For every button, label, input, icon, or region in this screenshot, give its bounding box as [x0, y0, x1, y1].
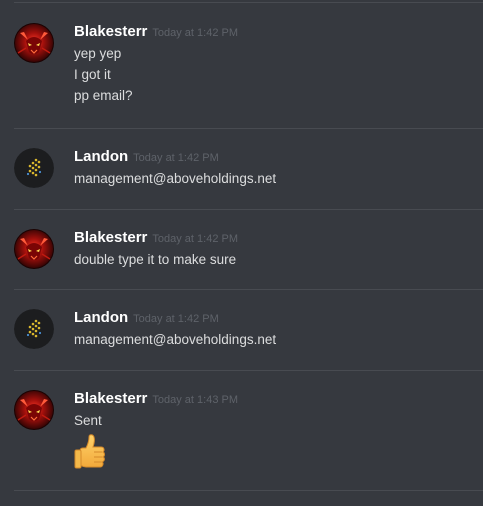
timestamp: Today at 1:42 PM	[152, 27, 238, 39]
username[interactable]: Blakesterr	[74, 390, 147, 407]
timestamp: Today at 1:42 PM	[133, 152, 219, 164]
message-text: yep yep	[74, 46, 122, 61]
message-content: double type it to make sure	[74, 249, 473, 270]
message-header: Landon Today at 1:42 PM	[74, 309, 219, 327]
message-divider	[14, 490, 483, 491]
message-header: Landon Today at 1:42 PM	[74, 148, 219, 166]
message-group: Blakesterr Today at 1:42 PM double type i…	[0, 229, 483, 279]
message-divider	[14, 128, 483, 129]
timestamp: Today at 1:42 PM	[152, 233, 238, 245]
message-divider	[14, 289, 483, 290]
message-group: Blakesterr Today at 1:42 PM yep yep I got…	[0, 23, 483, 123]
message-header: Blakesterr Today at 1:42 PM	[74, 229, 238, 247]
message-divider	[14, 370, 483, 371]
timestamp: Today at 1:42 PM	[133, 313, 219, 325]
message-header: Blakesterr Today at 1:42 PM	[74, 23, 238, 41]
red-demon-avatar-icon[interactable]	[14, 23, 54, 63]
thumbs-up-emoji-icon[interactable]	[74, 433, 473, 473]
message-divider	[14, 2, 483, 3]
message-header: Blakesterr Today at 1:43 PM	[74, 390, 238, 408]
message-content: yep yep I got it pp email?	[74, 43, 473, 106]
dotted-logo-avatar-icon[interactable]	[14, 148, 54, 188]
red-demon-avatar-icon[interactable]	[14, 390, 54, 430]
message-content: management@aboveholdings.net	[74, 168, 473, 189]
timestamp: Today at 1:43 PM	[152, 394, 238, 406]
dotted-logo-avatar-icon[interactable]	[14, 309, 54, 349]
message-text: double type it to make sure	[74, 252, 237, 267]
message-content: Sent	[74, 410, 473, 473]
message-text: pp email?	[74, 88, 133, 103]
username[interactable]: Blakesterr	[74, 23, 147, 40]
message-content: management@aboveholdings.net	[74, 329, 473, 350]
message-text: I got it	[74, 67, 111, 82]
message-text: management@aboveholdings.net	[74, 171, 277, 186]
message-divider	[14, 209, 483, 210]
message-text: management@aboveholdings.net	[74, 332, 277, 347]
chat-messages: Blakesterr Today at 1:42 PM yep yep I got…	[0, 0, 483, 506]
message-group: Blakesterr Today at 1:43 PM Sent	[0, 390, 483, 490]
message-group: Landon Today at 1:42 PM management@aboveh…	[0, 309, 483, 359]
username[interactable]: Blakesterr	[74, 229, 147, 246]
message-group: Landon Today at 1:42 PM management@aboveh…	[0, 148, 483, 198]
message-text: Sent	[74, 413, 102, 428]
username[interactable]: Landon	[74, 148, 128, 165]
red-demon-avatar-icon[interactable]	[14, 229, 54, 269]
username[interactable]: Landon	[74, 309, 128, 326]
